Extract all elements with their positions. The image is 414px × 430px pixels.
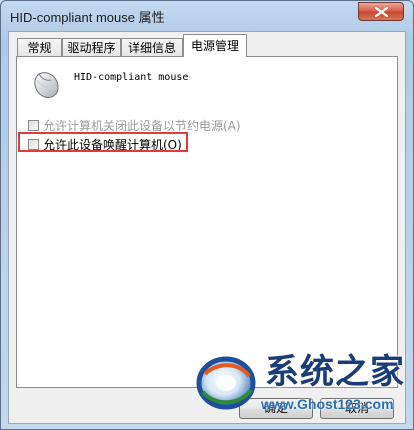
- watermark-logo-icon: [196, 356, 256, 410]
- watermark-url: www.Ghost123.com: [261, 396, 394, 412]
- tab-details[interactable]: 详细信息: [121, 38, 183, 58]
- watermark: 系统之家 www.Ghost123.com: [195, 348, 407, 420]
- device-name: HID-compliant mouse: [74, 72, 189, 83]
- power-management-panel: [16, 56, 398, 388]
- watermark-title: 系统之家: [265, 352, 405, 392]
- window-title: HID-compliant mouse 属性: [10, 10, 165, 25]
- close-button[interactable]: [358, 2, 404, 21]
- close-icon: [375, 7, 388, 17]
- tab-driver[interactable]: 驱动程序: [62, 38, 121, 58]
- highlight-annotation: [18, 132, 188, 152]
- allow-power-off-checkbox[interactable]: [28, 120, 39, 131]
- mouse-icon: [34, 72, 59, 98]
- tab-general[interactable]: 常规: [17, 38, 62, 58]
- tab-power-management[interactable]: 电源管理: [183, 34, 247, 57]
